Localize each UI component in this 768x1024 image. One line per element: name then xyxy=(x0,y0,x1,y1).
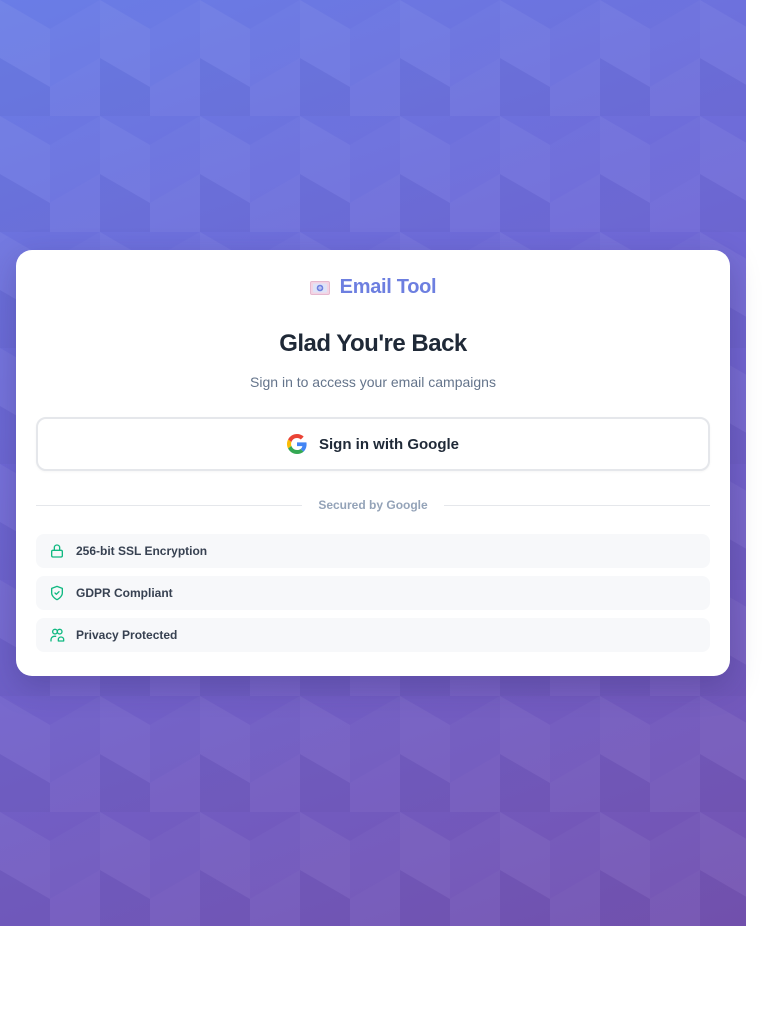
feature-list: 256-bit SSL Encryption GDPR Compliant Pr… xyxy=(36,534,710,660)
divider-text: Secured by Google xyxy=(318,498,428,512)
google-signin-label: Sign in with Google xyxy=(319,435,459,453)
page-title: Glad You're Back xyxy=(279,330,467,357)
brand: Email Tool xyxy=(16,276,730,299)
login-card: Email Tool Glad You're Back Sign in to a… xyxy=(16,250,730,676)
feature-item-ssl: 256-bit SSL Encryption xyxy=(36,534,710,568)
divider-line-right xyxy=(443,504,711,506)
lock-icon xyxy=(49,543,65,559)
email-logo-icon xyxy=(309,280,330,296)
feature-label: GDPR Compliant xyxy=(76,586,173,600)
page-subtitle: Sign in to access your email campaigns xyxy=(250,374,496,390)
feature-label: 256-bit SSL Encryption xyxy=(76,544,208,558)
google-icon xyxy=(287,434,307,454)
feature-item-gdpr: GDPR Compliant xyxy=(36,576,710,610)
divider-line-left xyxy=(36,504,303,506)
users-icon xyxy=(49,627,65,643)
feature-label: Privacy Protected xyxy=(76,628,178,642)
shield-check-icon xyxy=(49,585,65,601)
feature-item-privacy: Privacy Protected xyxy=(36,618,710,652)
divider: Secured by Google xyxy=(36,496,711,514)
google-signin-button[interactable]: Sign in with Google xyxy=(36,417,710,471)
brand-name: Email Tool xyxy=(339,276,437,298)
